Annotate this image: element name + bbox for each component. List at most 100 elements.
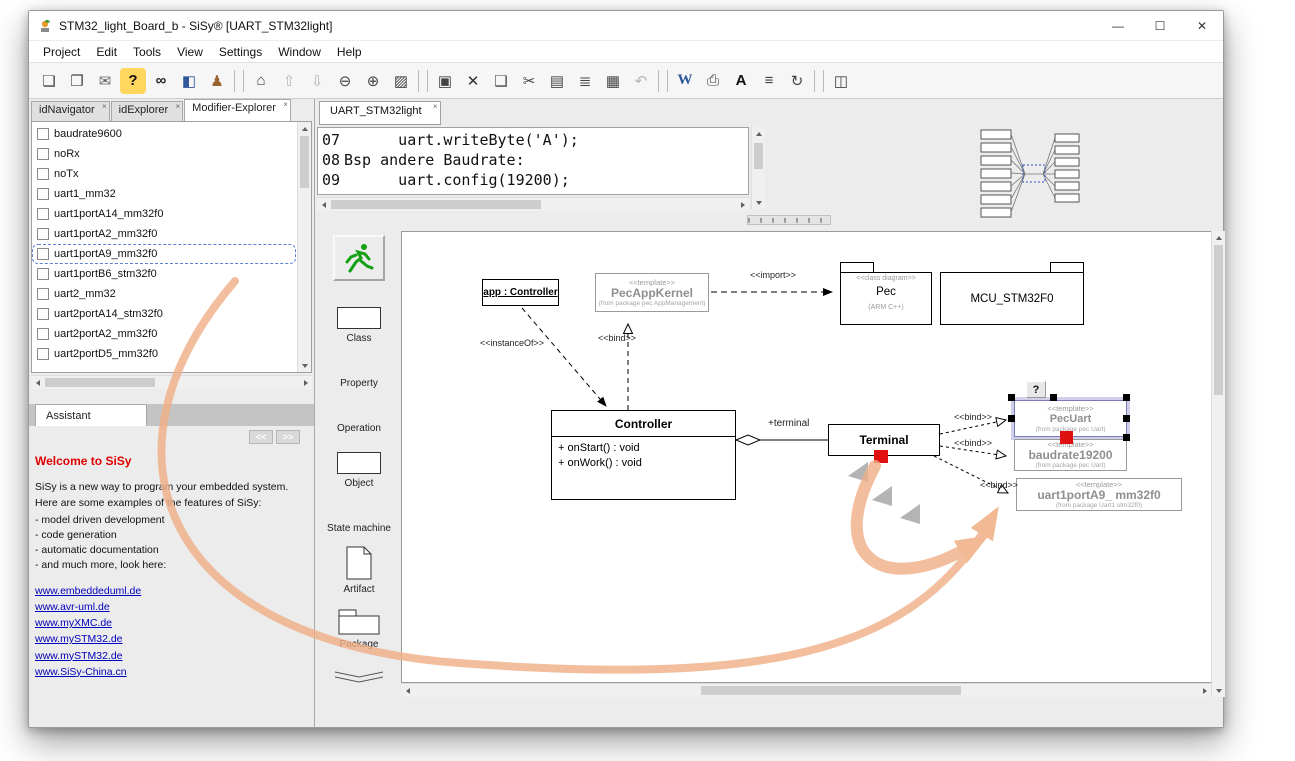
navigate-down-icon[interactable]: ⇩: [304, 68, 330, 94]
close-button[interactable]: ✕: [1181, 11, 1223, 40]
list-item[interactable]: uart1portA9_mm32f0: [32, 244, 296, 264]
code-horizontal-scrollbar[interactable]: [317, 197, 749, 211]
options-list-icon[interactable]: ≡: [756, 68, 782, 94]
code-vertical-scrollbar[interactable]: [751, 127, 765, 209]
scrollbar-thumb[interactable]: [1214, 245, 1223, 395]
checkbox[interactable]: [37, 268, 49, 280]
palette-package-tool[interactable]: Package: [338, 607, 380, 650]
scroll-down-button[interactable]: [752, 196, 765, 209]
book-icon[interactable]: ◫: [828, 68, 854, 94]
list-item[interactable]: baudrate9600: [32, 124, 296, 144]
undo-icon[interactable]: ↶: [628, 68, 654, 94]
list-horizontal-scrollbar[interactable]: [31, 375, 312, 389]
navigate-up-icon[interactable]: ⇧: [276, 68, 302, 94]
assistant-link[interactable]: www.SiSy-China.cn: [35, 665, 308, 680]
explorer-tab[interactable]: idExplorer ×: [111, 101, 184, 121]
tab-close-icon[interactable]: ×: [176, 102, 181, 111]
checkbox[interactable]: [37, 168, 49, 180]
list-item[interactable]: uart1portB6_stm32f0: [32, 264, 296, 284]
uml-package-pec[interactable]: <<class diagram>> Pec (ARM C++): [840, 262, 932, 325]
checkbox[interactable]: [37, 328, 49, 340]
scroll-up-button[interactable]: [752, 127, 765, 140]
menu-item[interactable]: Settings: [211, 43, 270, 61]
copy-icon[interactable]: ❑: [488, 68, 514, 94]
report-icon[interactable]: ▨: [388, 68, 414, 94]
scrollbar-thumb[interactable]: [754, 143, 763, 169]
new-document-icon[interactable]: ❏: [36, 68, 62, 94]
word-export-icon[interactable]: W: [672, 68, 698, 94]
list-item[interactable]: uart2portD5_mm32f0: [32, 344, 296, 364]
uml-class-pecappkernel[interactable]: <<template>> PecAppKernel (from package …: [595, 273, 709, 312]
list-item[interactable]: uart2portA14_stm32f0: [32, 304, 296, 324]
assistant-link[interactable]: www.myXMC.de: [35, 616, 308, 631]
scroll-up-button[interactable]: [298, 122, 311, 135]
scroll-down-button[interactable]: [1212, 684, 1225, 697]
font-icon[interactable]: A: [728, 68, 754, 94]
home-icon[interactable]: ⌂: [248, 68, 274, 94]
scroll-left-button[interactable]: [317, 198, 330, 211]
context-help-button[interactable]: ?: [1026, 381, 1046, 398]
mail-icon[interactable]: ✉: [92, 68, 118, 94]
delete-icon[interactable]: ✕: [460, 68, 486, 94]
menu-item[interactable]: Window: [270, 43, 329, 61]
checkbox[interactable]: [37, 288, 49, 300]
palette-property-tool[interactable]: Property: [340, 378, 378, 389]
properties-icon[interactable]: ▣: [432, 68, 458, 94]
assistant-link[interactable]: www.embeddeduml.de: [35, 584, 308, 599]
checkbox[interactable]: [37, 208, 49, 220]
scroll-up-button[interactable]: [1212, 231, 1225, 244]
run-button[interactable]: [333, 235, 385, 281]
assistant-link[interactable]: www.mySTM32.de: [35, 632, 308, 647]
assistant-forward-button[interactable]: >>: [276, 430, 300, 444]
selection-handle[interactable]: [1008, 415, 1015, 422]
scroll-right-button[interactable]: [736, 198, 749, 211]
scrollbar-thumb[interactable]: [45, 378, 155, 387]
diagram-view-icon[interactable]: ◧: [176, 68, 202, 94]
checkbox[interactable]: [37, 308, 49, 320]
minimize-button[interactable]: —: [1097, 11, 1139, 40]
selection-handle[interactable]: [1123, 415, 1130, 422]
print-icon[interactable]: ⎙: [700, 68, 726, 94]
list-item[interactable]: noRx: [32, 144, 296, 164]
open-folder-icon[interactable]: ❒: [64, 68, 90, 94]
checkbox[interactable]: [37, 228, 49, 240]
zoom-in-icon[interactable]: ⊕: [360, 68, 386, 94]
uml-object-app-controller[interactable]: app : Controller: [482, 279, 559, 306]
menu-item[interactable]: View: [169, 43, 211, 61]
cut-icon[interactable]: ✂: [516, 68, 542, 94]
checkbox[interactable]: [37, 148, 49, 160]
zoom-out-icon[interactable]: ⊖: [332, 68, 358, 94]
checkbox[interactable]: [37, 348, 49, 360]
scrollbar-thumb[interactable]: [300, 136, 309, 188]
uml-template-uart1porta9[interactable]: <<template>> uart1portA9_ mm32f0 (from p…: [1016, 478, 1182, 511]
selection-handle-red[interactable]: [1060, 431, 1073, 444]
tab-uart-stm32light[interactable]: UART_STM32light ×: [319, 101, 441, 125]
canvas-horizontal-scrollbar[interactable]: [401, 683, 1211, 697]
menu-item[interactable]: Project: [35, 43, 88, 61]
scrollbar-thumb[interactable]: [331, 200, 541, 209]
palette-collapse-handle[interactable]: [331, 670, 387, 689]
assistant-link[interactable]: www.mySTM32.de: [35, 649, 308, 664]
palette-class-tool[interactable]: Class: [337, 307, 381, 344]
maximize-button[interactable]: ☐: [1139, 11, 1181, 40]
scroll-left-button[interactable]: [401, 684, 414, 697]
refresh-export-icon[interactable]: ↻: [784, 68, 810, 94]
zoom-slider[interactable]: [747, 215, 831, 225]
assistant-back-button[interactable]: <<: [249, 430, 273, 444]
scroll-right-button[interactable]: [299, 376, 312, 389]
list-item[interactable]: uart2portA2_mm32f0: [32, 324, 296, 344]
scrollbar-thumb[interactable]: [701, 686, 961, 695]
palette-state-machine-tool[interactable]: State machine: [327, 523, 391, 534]
tab-close-icon[interactable]: ×: [283, 100, 288, 109]
checkbox[interactable]: [37, 188, 49, 200]
model-overview-thumbnail[interactable]: [973, 129, 1093, 221]
list-item[interactable]: noTx: [32, 164, 296, 184]
list-vertical-scrollbar[interactable]: [297, 122, 311, 372]
canvas-vertical-scrollbar[interactable]: [1211, 231, 1225, 697]
paste-icon[interactable]: ▤: [544, 68, 570, 94]
table-view-icon[interactable]: ▦: [600, 68, 626, 94]
list-item[interactable]: uart1portA2_mm32f0: [32, 224, 296, 244]
selection-handle[interactable]: [1123, 434, 1130, 441]
tab-assistant[interactable]: Assistant: [35, 404, 147, 426]
code-editor[interactable]: 07 uart.writeByte('A'); 08Bsp andere Bau…: [317, 127, 749, 195]
